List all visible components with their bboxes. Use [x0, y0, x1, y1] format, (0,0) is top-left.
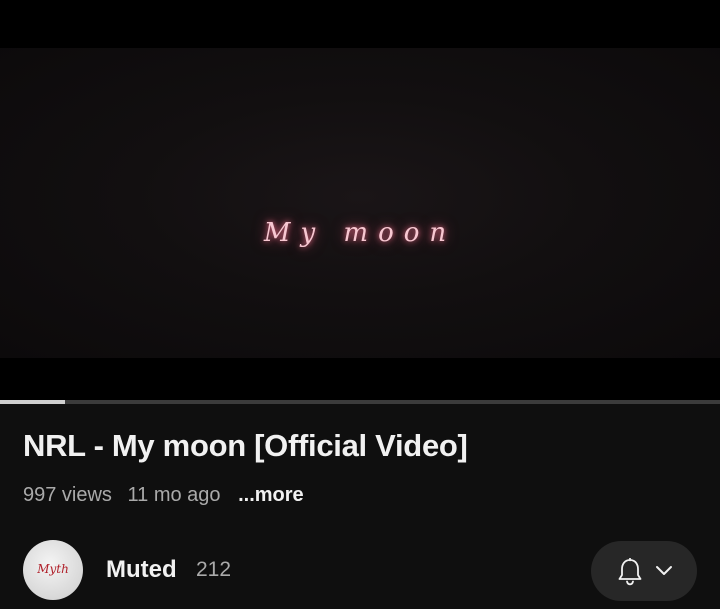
video-metadata[interactable]: 997 views 11 mo ago ...more — [23, 484, 314, 507]
subscriber-count: 212 — [196, 558, 232, 581]
upload-age: 11 mo ago — [127, 484, 221, 506]
view-count: 997 views — [23, 484, 112, 506]
progress-fill — [0, 400, 65, 404]
more-button[interactable]: ...more — [238, 484, 304, 506]
channel-avatar[interactable]: Myth — [23, 540, 83, 600]
video-frame[interactable]: My moon — [0, 48, 720, 358]
subscribed-notification-button[interactable] — [591, 541, 697, 601]
chevron-down-icon — [656, 566, 672, 575]
channel-name[interactable]: Muted — [106, 556, 177, 584]
video-player[interactable]: My moon — [0, 0, 720, 403]
avatar-logo: Myth — [37, 562, 69, 576]
bell-icon — [618, 558, 642, 586]
video-overlay-title: My moon — [263, 218, 457, 248]
channel-row: Myth Muted 212 — [23, 540, 703, 601]
video-title: NRL - My moon [Official Video] — [23, 428, 468, 463]
progress-bar[interactable] — [0, 400, 720, 404]
